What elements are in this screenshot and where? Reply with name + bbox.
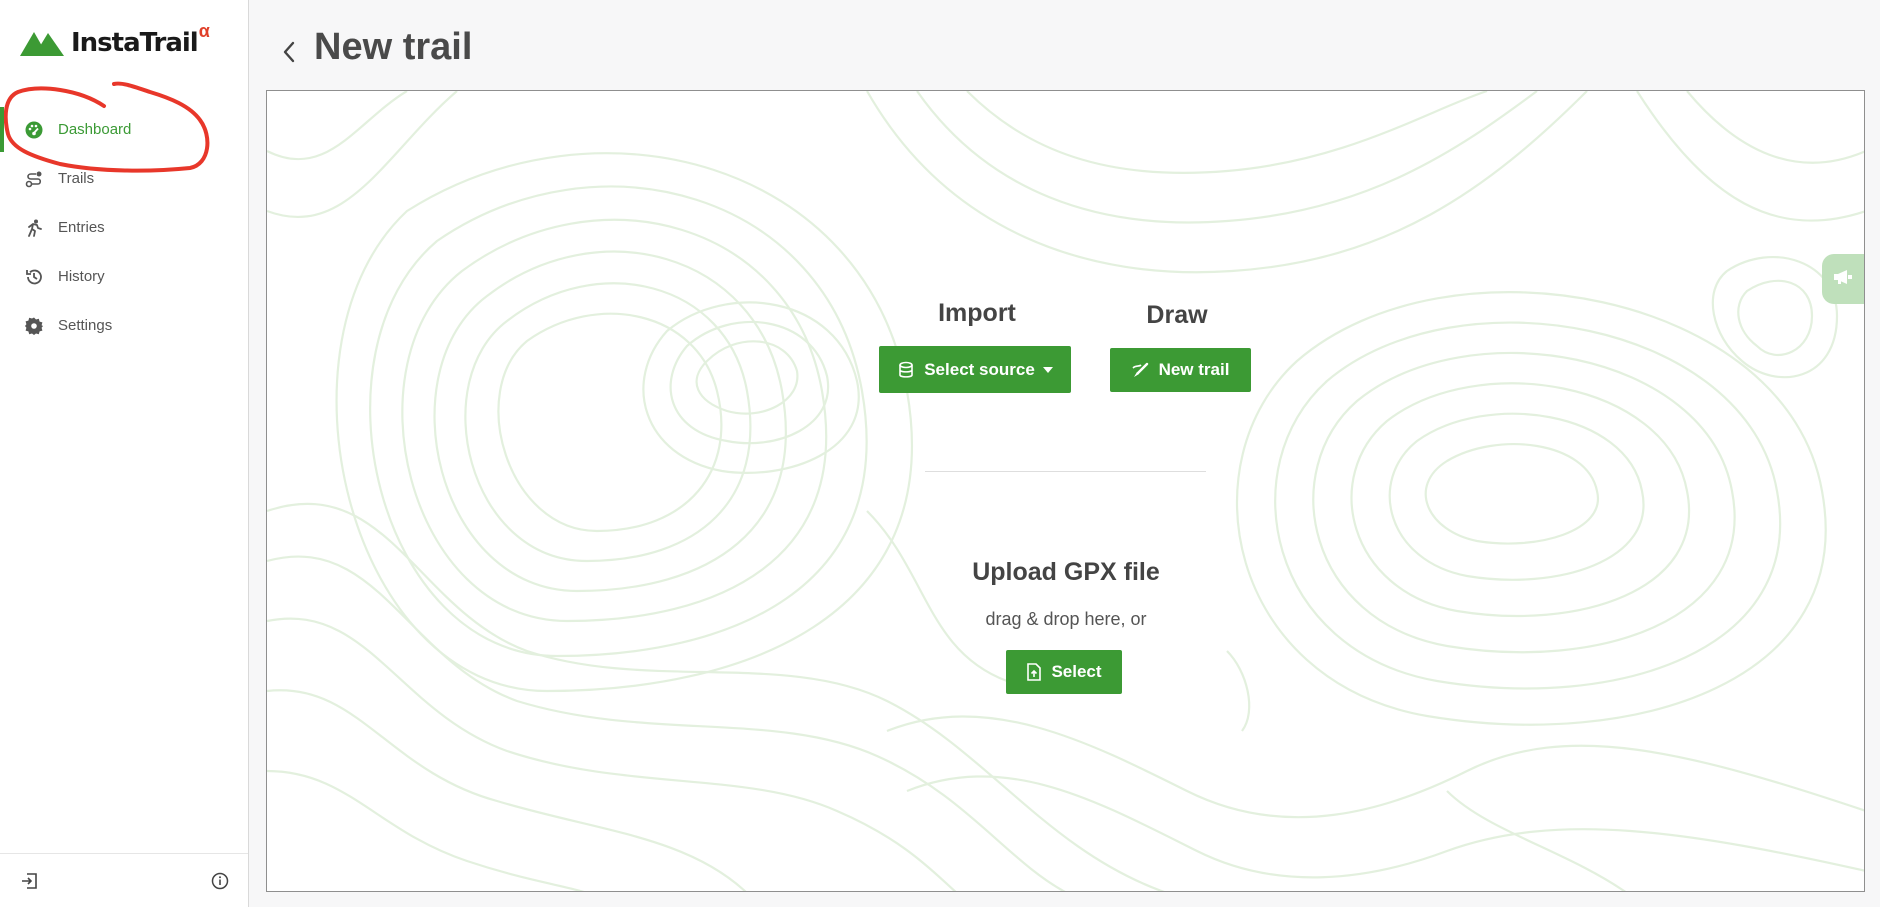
import-title: Import [938,299,1016,327]
upload-subtitle: drag & drop here, or [985,609,1147,629]
megaphone-icon [1833,269,1853,290]
select-source-button[interactable]: Select source [879,346,1071,393]
topographic-background [267,91,1864,891]
main-content: New trail Import Select source Draw New … [249,0,1880,907]
database-icon [897,361,915,379]
page-title: New trail [314,26,473,68]
logo-alpha: α [198,20,210,41]
history-icon [24,267,44,287]
sidebar-item-trails[interactable]: Trails [0,154,248,203]
sidebar-item-label: Trails [58,170,95,187]
sidebar-nav: Dashboard Trails Entries History Setting… [0,105,248,350]
new-trail-label: New trail [1158,360,1230,379]
sidebar-item-label: Settings [58,317,113,334]
sidebar-item-label: History [58,268,105,285]
trail-creation-panel[interactable]: Import Select source Draw New trail Uplo… [266,90,1865,892]
select-file-button[interactable]: Select [1006,650,1122,694]
sidebar-item-label: Dashboard [58,121,132,138]
sidebar-item-label: Entries [58,219,105,236]
select-file-label: Select [1051,662,1102,681]
sidebar-item-settings[interactable]: Settings [0,301,248,350]
chevron-left-icon[interactable] [279,38,299,66]
select-source-label: Select source [924,359,1035,379]
trails-icon [24,169,44,189]
dashboard-icon [24,120,44,140]
new-trail-button[interactable]: New trail [1110,348,1251,392]
gear-icon [24,316,44,336]
runner-icon [24,218,44,238]
logout-icon[interactable] [19,871,39,891]
info-icon[interactable] [210,871,230,891]
mountain-logo-icon [20,32,64,56]
sidebar-footer [0,853,248,907]
upload-title: Upload GPX file [972,558,1160,586]
file-upload-icon [1026,663,1042,681]
sidebar: InstaTrail α Dashboard Trails Entries Hi… [0,0,249,907]
draw-title: Draw [1146,301,1208,329]
app-logo[interactable]: InstaTrail α [20,21,210,60]
sidebar-item-entries[interactable]: Entries [0,203,248,252]
sidebar-item-history[interactable]: History [0,252,248,301]
caret-down-icon [1042,366,1053,373]
sidebar-item-dashboard[interactable]: Dashboard [0,105,248,154]
draw-icon [1131,361,1150,379]
section-divider [925,471,1206,472]
logo-text: InstaTrail [71,28,199,58]
feedback-tab[interactable] [1822,254,1864,304]
